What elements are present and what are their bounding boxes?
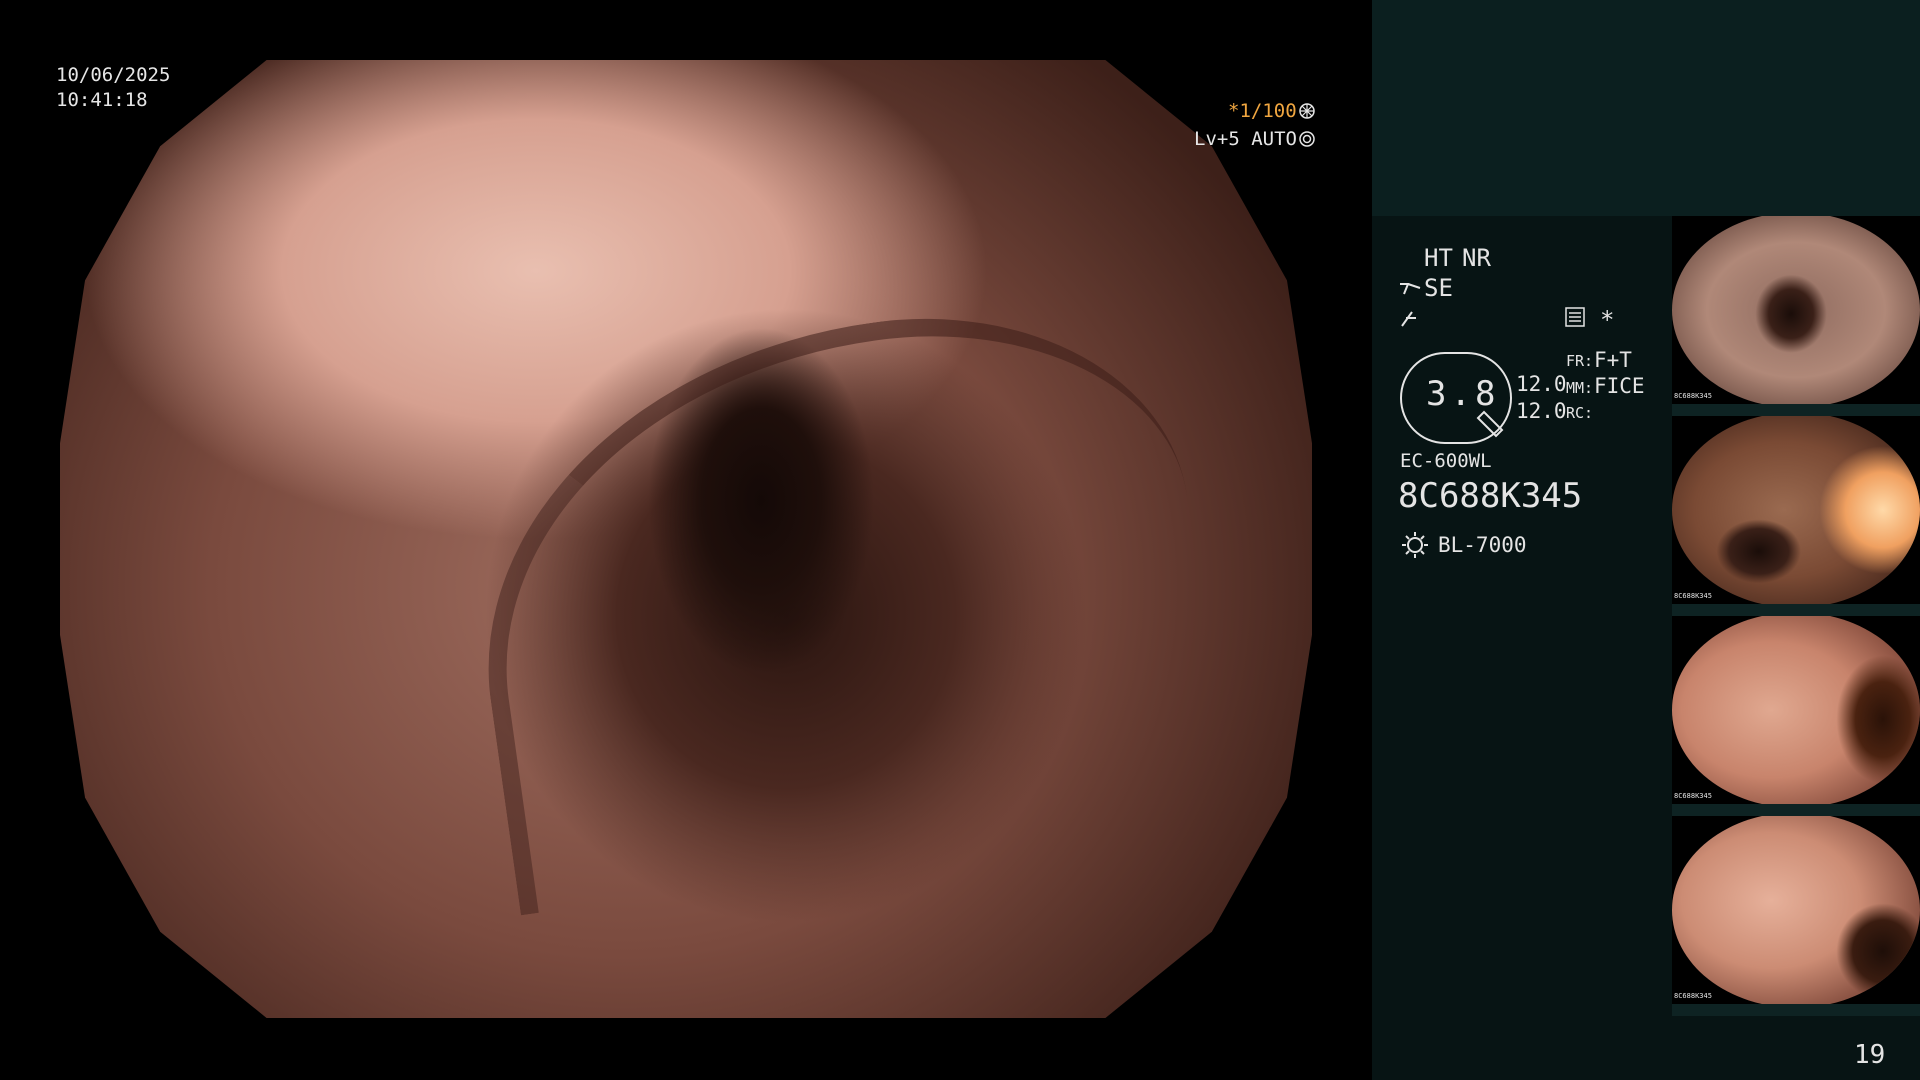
mucosal-fold bbox=[446, 282, 1232, 916]
panel-header-area bbox=[1372, 0, 1920, 216]
gauge-needle-icon bbox=[1476, 410, 1504, 438]
light-source-model: BL-7000 bbox=[1438, 533, 1527, 557]
thumbnail-image bbox=[1672, 816, 1920, 1004]
settings-list-icon bbox=[1565, 307, 1585, 327]
scope-serial: 8C688K345 bbox=[1398, 476, 1583, 516]
thumbnail-serial: 8C688K345 bbox=[1674, 592, 1712, 600]
endoscope-main-view: 10/06/2025 10:41:18 *1/100 Lv+5 AUTO bbox=[0, 0, 1372, 1080]
thumbnail-capture-4[interactable]: 8C688K345 15 bbox=[1672, 816, 1920, 1016]
scope-model: EC-600WL bbox=[1400, 450, 1492, 472]
endoscope-image bbox=[60, 60, 1312, 1018]
light-source-icon bbox=[1402, 532, 1428, 558]
nr-indicator: NR bbox=[1462, 244, 1491, 272]
thumbnail-image bbox=[1672, 616, 1920, 804]
thumbnail-index: 16 bbox=[1908, 806, 1917, 814]
thumbnail-image bbox=[1672, 416, 1920, 604]
mm-value: FICE bbox=[1594, 374, 1645, 398]
asterisk-indicator: * bbox=[1600, 306, 1615, 334]
thumbnail-serial: 8C688K345 bbox=[1674, 392, 1712, 400]
value-1: 12.0 bbox=[1516, 372, 1567, 396]
thumbnail-index: 15 bbox=[1908, 1006, 1917, 1014]
brightness-level: Lv+5 AUTO bbox=[1194, 128, 1297, 150]
thumbnail-image bbox=[1672, 216, 1920, 404]
exam-time: 10:41:18 bbox=[56, 89, 148, 111]
thumbnail-capture-2[interactable]: 8C688K345 17 bbox=[1672, 416, 1920, 616]
thumbnail-index: 18 bbox=[1908, 406, 1917, 414]
thumbnail-serial: 8C688K345 bbox=[1674, 792, 1712, 800]
mm-label: MM: bbox=[1566, 379, 1594, 397]
ht-indicator: HT bbox=[1424, 244, 1453, 272]
shutter-speed: *1/100 bbox=[1228, 100, 1297, 122]
rc-label: RC: bbox=[1566, 404, 1594, 422]
value-2: 12.0 bbox=[1516, 399, 1567, 423]
fr-label: FR: bbox=[1566, 352, 1594, 370]
thumbnail-capture-3[interactable]: 8C688K345 16 bbox=[1672, 616, 1920, 816]
iris-icon bbox=[1299, 103, 1315, 119]
thumbnail-capture-1[interactable]: 8C688K345 18 bbox=[1672, 216, 1920, 416]
freeze-icon bbox=[1401, 311, 1416, 327]
se-indicator: SE bbox=[1424, 274, 1453, 302]
fr-value: F+T bbox=[1594, 348, 1632, 372]
page-number: 19 bbox=[1854, 1040, 1886, 1070]
thumbnail-serial: 8C688K345 bbox=[1674, 992, 1712, 1000]
thumbnail-index: 17 bbox=[1908, 606, 1917, 614]
exam-date: 10/06/2025 bbox=[56, 64, 171, 86]
structure-enhance-icon bbox=[1400, 283, 1421, 295]
auto-exposure-icon bbox=[1299, 131, 1315, 147]
